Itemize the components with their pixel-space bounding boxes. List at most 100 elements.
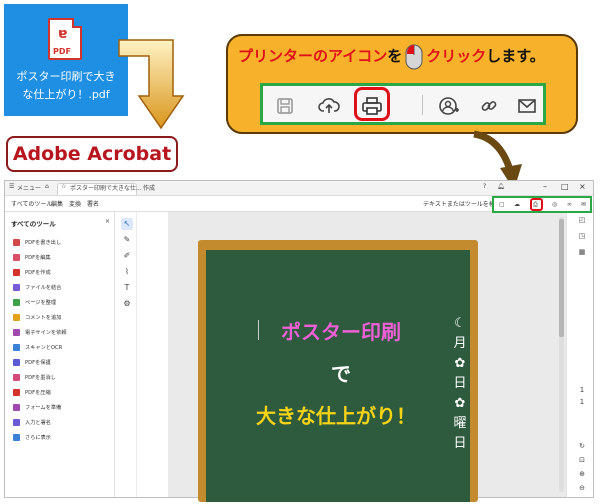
thumbnails-icon[interactable]: ▦ bbox=[576, 248, 588, 256]
tool-icon bbox=[13, 238, 20, 246]
highlight-tool-icon[interactable]: ✐ bbox=[121, 250, 133, 262]
mini-add-user-icon[interactable]: ◎ bbox=[552, 201, 557, 208]
callout-heading: プリンターのアイコンを クリックします。 bbox=[238, 40, 545, 72]
tool-item[interactable]: ファイルを結合 bbox=[13, 281, 111, 293]
print-icon[interactable] bbox=[358, 92, 386, 120]
tool-item[interactable]: PDFを書き出し bbox=[13, 236, 111, 248]
comments-icon[interactable]: ◰ bbox=[576, 216, 588, 224]
zoom-in-icon[interactable]: ⊕ bbox=[576, 470, 588, 478]
minimize-button[interactable]: – bbox=[543, 182, 547, 191]
tool-item[interactable]: ページを整理 bbox=[13, 296, 111, 308]
menu-icon[interactable]: ☰ bbox=[9, 183, 14, 190]
down-arrow-icon bbox=[118, 39, 185, 130]
link-icon[interactable] bbox=[475, 92, 503, 120]
moon-icon: ☾ bbox=[454, 316, 466, 331]
flower-icon: ✿ bbox=[454, 356, 466, 371]
home-icon[interactable]: ⌂ bbox=[45, 183, 49, 190]
tab-title[interactable]: ポスター印刷で大きな仕... bbox=[70, 183, 142, 192]
close-button[interactable]: × bbox=[579, 182, 586, 191]
tool-item[interactable]: 電子サインを依頼 bbox=[13, 326, 111, 338]
save-icon[interactable] bbox=[271, 92, 299, 120]
comment-tool-icon[interactable]: ✎ bbox=[121, 234, 133, 246]
tool-icon bbox=[13, 253, 20, 261]
acrobat-logo-icon: ɐ bbox=[58, 26, 68, 42]
rotate-icon[interactable]: ↻ bbox=[576, 442, 588, 450]
menu-edit[interactable]: 編集 bbox=[51, 199, 63, 208]
text-tool-icon[interactable]: T bbox=[121, 282, 133, 294]
poster-line-3: 大きな仕上がり！ bbox=[256, 404, 416, 428]
close-panel-icon[interactable]: × bbox=[105, 218, 110, 225]
clover-icon: ✿ bbox=[454, 396, 466, 411]
stamp-tool-icon[interactable]: ⚙ bbox=[121, 298, 133, 310]
pdf-document-icon: ɐ PDF bbox=[48, 18, 82, 60]
tool-label: PDFを書き出し bbox=[25, 239, 62, 246]
tool-label: PDFを墨消し bbox=[25, 374, 56, 381]
quick-tools-rail: ↖ ✎ ✐ ⌇ T ⚙ bbox=[117, 212, 137, 497]
menu-sign[interactable]: 署名 bbox=[87, 199, 99, 208]
tool-item[interactable]: PDFを作成 bbox=[13, 266, 111, 278]
tool-item[interactable]: コメントを追加 bbox=[13, 311, 111, 323]
tool-item[interactable]: PDFを圧縮 bbox=[13, 386, 111, 398]
tool-icon bbox=[13, 328, 20, 336]
tool-label: スキャンとOCR bbox=[25, 344, 63, 351]
help-icon[interactable]: ? bbox=[483, 183, 486, 190]
star-icon[interactable]: ☆ bbox=[61, 183, 66, 190]
zoom-page-icon[interactable]: ⊡ bbox=[576, 456, 588, 464]
page-number-current: 1 bbox=[579, 386, 585, 394]
menu-convert[interactable]: 変換 bbox=[69, 199, 81, 208]
tool-label: さらに表示 bbox=[25, 434, 51, 441]
tool-icon bbox=[13, 298, 20, 306]
mail-icon[interactable] bbox=[513, 92, 541, 120]
tool-label: PDFを圧縮 bbox=[25, 389, 51, 396]
menu-label[interactable]: メニュー bbox=[17, 183, 41, 192]
tool-item[interactable]: PDFを墨消し bbox=[13, 371, 111, 383]
tool-label: ファイルを結合 bbox=[25, 284, 62, 291]
poster-line-2: で bbox=[331, 362, 351, 386]
tool-label: 電子サインを依頼 bbox=[25, 329, 67, 336]
menu-all-tools[interactable]: すべてのツール bbox=[11, 199, 52, 208]
tool-item[interactable]: PDFを編集 bbox=[13, 251, 111, 263]
notification-icon[interactable]: 🔔︎ bbox=[497, 183, 505, 190]
comment-panel-icon[interactable]: ◳ bbox=[576, 232, 588, 240]
tool-label: ページを整理 bbox=[25, 299, 57, 306]
all-tools-panel: すべてのツール × PDFを書き出し PDFを編集 PDFを作成ファイルを結合 ページ… bbox=[5, 212, 115, 497]
tool-item[interactable]: スキャンとOCR bbox=[13, 341, 111, 353]
tool-icon bbox=[13, 358, 20, 366]
tool-icon bbox=[13, 373, 20, 381]
tool-label: コメントを追加 bbox=[25, 314, 62, 321]
upload-icon[interactable] bbox=[315, 92, 343, 120]
tool-item[interactable]: PDFを保護 bbox=[13, 356, 111, 368]
poster-chalkboard: ポスター印刷 で 大きな仕上がり！ ☾ 月 ✿ 日 ✿ 曜 日 bbox=[206, 250, 470, 502]
tool-label: 入力と署名 bbox=[25, 419, 51, 426]
instruction-callout: プリンターのアイコンを クリックします。 bbox=[226, 34, 578, 134]
mini-upload-icon[interactable]: ☁ bbox=[514, 201, 520, 208]
tool-item[interactable]: 入力と署名 bbox=[13, 416, 111, 428]
tool-icon bbox=[13, 283, 20, 291]
select-tool-icon[interactable]: ↖ bbox=[121, 218, 133, 230]
new-tab-button[interactable]: 作成 bbox=[143, 183, 155, 192]
tool-icon bbox=[13, 403, 20, 411]
title-bar: ☰ メニュー ⌂ ☆ ポスター印刷で大きな仕... 作成 ? 🔔︎ – □ × bbox=[5, 181, 593, 196]
zoom-out-icon[interactable]: ⊖ bbox=[576, 484, 588, 492]
file-name: ポスター印刷で大き な仕上がり！.pdf bbox=[16, 70, 116, 101]
mini-save-icon[interactable]: ▢ bbox=[499, 201, 505, 208]
tool-icon bbox=[13, 268, 20, 276]
vertical-scrollbar[interactable] bbox=[559, 217, 564, 492]
scrollbar-thumb[interactable] bbox=[559, 219, 564, 337]
mini-link-icon[interactable]: ∞ bbox=[567, 201, 572, 208]
tool-item[interactable]: フォームを準備 bbox=[13, 401, 111, 413]
tool-item[interactable]: さらに表示 bbox=[13, 431, 111, 443]
pdf-type-label: PDF bbox=[53, 47, 71, 56]
add-user-icon[interactable] bbox=[435, 92, 463, 120]
poster-line-1: ポスター印刷 bbox=[281, 320, 401, 344]
draw-tool-icon[interactable]: ⌇ bbox=[121, 266, 133, 278]
pdf-file-icon-tile[interactable]: ɐ PDF ポスター印刷で大き な仕上がり！.pdf bbox=[4, 4, 128, 116]
tools-panel-title: すべてのツール bbox=[11, 220, 56, 228]
toolbar-separator bbox=[422, 95, 423, 115]
mini-mail-icon[interactable]: ✉ bbox=[581, 201, 586, 208]
mini-print-icon[interactable]: ⎙ bbox=[533, 201, 538, 209]
search-input[interactable]: テキストまたはツールを検索 bbox=[423, 199, 501, 208]
toolbar-highlight: ▢ ☁ ⎙ ◎ ∞ ✉ bbox=[492, 196, 592, 213]
maximize-button[interactable]: □ bbox=[561, 182, 569, 191]
tool-label: PDFを保護 bbox=[25, 359, 51, 366]
